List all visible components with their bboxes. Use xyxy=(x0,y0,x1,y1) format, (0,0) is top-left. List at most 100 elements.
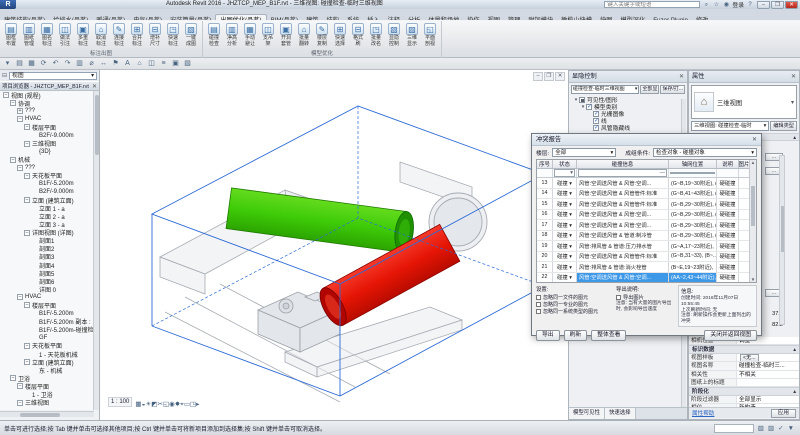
ribbon-button[interactable]: ▦图名 标注 xyxy=(38,22,56,50)
grid-location-cell[interactable]: (AA~2,43~44附近), (A... xyxy=(669,273,717,283)
measure-icon[interactable]: ⌀ xyxy=(87,59,96,69)
display-tree-item[interactable]: 风管隐藏线 xyxy=(569,124,687,131)
grid-filter-box[interactable] xyxy=(670,172,715,174)
save-icon[interactable]: ▦ xyxy=(27,59,36,69)
tree-expander[interactable]: − xyxy=(10,375,16,381)
tree-expander[interactable]: − xyxy=(24,343,30,349)
browser-tree-item[interactable]: −楼层平面 xyxy=(0,123,94,131)
clash-row[interactable]: 17碰撞 ▾风管:空调送风管 & 风管:空调...(G~B,29~30附近), … xyxy=(537,220,756,231)
dialog-button[interactable]: 导出 xyxy=(536,330,560,341)
tag-icon[interactable]: ⚑ xyxy=(111,59,120,69)
tree-expander[interactable]: − xyxy=(24,359,30,365)
tree-expander[interactable]: − xyxy=(24,141,30,147)
text-icon[interactable]: A xyxy=(123,59,132,69)
close-button[interactable]: ✕ xyxy=(785,1,798,9)
clash-info-cell[interactable]: 风管:空调送风管 & 风管管件:标准 xyxy=(577,199,669,209)
window-close-icon[interactable]: ✕ xyxy=(555,72,565,81)
tree-expander[interactable]: − xyxy=(17,116,23,122)
display-tree-item[interactable]: ▾模型类别 xyxy=(569,103,687,110)
browser-tree-item[interactable]: −三维视图 xyxy=(0,399,94,407)
clash-info-cell[interactable]: 风管:排风管 & 管道:消火栓管 xyxy=(577,262,669,272)
status-filter-combo[interactable]: ▾ xyxy=(554,169,575,177)
apply-button[interactable]: 应用 xyxy=(771,409,796,418)
search-icon[interactable]: ⌕ xyxy=(702,1,710,9)
clash-info-cell[interactable]: 风管:排风管 & 管道:压力排水管 xyxy=(577,241,669,251)
display-panel-tab[interactable]: 模型可见性 xyxy=(569,408,605,419)
browser-tree-item[interactable]: −协调 xyxy=(0,99,94,107)
grid-location-cell[interactable]: (G~A,17~23附近), xyxy=(669,241,717,251)
grid-location-cell[interactable]: (G~B,19~30附近), (G~... xyxy=(669,178,717,188)
note-cell[interactable]: 硬碰撞 xyxy=(717,252,739,262)
display-panel-tab[interactable]: 快速选择 xyxy=(605,408,636,419)
ribbon-button[interactable]: ▥图纸 管理 xyxy=(20,22,38,50)
filter-cell[interactable] xyxy=(669,169,717,177)
clash-row[interactable]: 19碰撞 ▾风管:排风管 & 管道:压力排水管(G~A,17~23附近),硬碰撞 xyxy=(537,241,756,252)
workset-box[interactable] xyxy=(714,424,754,433)
clash-info-cell[interactable]: 风管:空调送风管 & 风管:空调... xyxy=(577,210,669,220)
status-cell[interactable]: 碰撞 ▾ xyxy=(553,189,577,199)
ribbon-button[interactable]: ✎楼层 复制 xyxy=(313,22,331,50)
browser-tree-item[interactable]: B1F/-5.200m xyxy=(0,180,94,188)
ribbon-button[interactable]: ▣多重 标注 xyxy=(74,22,92,50)
grid-location-cell[interactable]: (G~B,29~30附近), (G~... xyxy=(669,231,717,241)
properties-group-header[interactable]: 阶段化▴ xyxy=(689,387,799,395)
clash-info-cell[interactable]: 风管:空调送风管 & 风管:空调... xyxy=(577,273,669,283)
properties-group-header[interactable]: 标识数据▴ xyxy=(689,345,799,353)
status-cell[interactable]: 碰撞 ▾ xyxy=(553,178,577,188)
ribbon-button[interactable]: ⌂批量 翻转 xyxy=(295,22,313,50)
property-value[interactable]: 不相关 xyxy=(737,371,799,378)
open-icon[interactable]: ▤ xyxy=(15,59,24,69)
browser-tree-item[interactable]: 详图 0 xyxy=(0,285,94,293)
column-header[interactable]: 轴网位置 xyxy=(669,160,717,168)
close-return-view-button[interactable]: 关闭并返回视图 xyxy=(704,330,757,341)
note-cell[interactable]: 硬碰撞 xyxy=(717,273,739,283)
user-interface-icon[interactable]: ▧ xyxy=(183,59,192,69)
filter-cell[interactable]: ▾ xyxy=(553,169,577,177)
ribbon-button[interactable]: ▤图框 布置 xyxy=(2,22,20,50)
undo-icon[interactable]: ↶ xyxy=(51,59,60,69)
browser-tree-item[interactable]: −视图 (规程) xyxy=(0,91,94,99)
ribbon-button[interactable]: ✎连接 标注 xyxy=(110,22,128,50)
status-cell[interactable]: 碰撞 ▾ xyxy=(553,199,577,209)
note-cell[interactable]: 硬碰撞 xyxy=(717,262,739,272)
clash-info-cell[interactable]: 风管:空调送风管 & 风管:空调... xyxy=(577,178,669,188)
floor-select[interactable]: 全部▾ xyxy=(552,148,616,157)
visibility-checkbox[interactable] xyxy=(593,125,599,131)
tree-expander[interactable]: − xyxy=(10,100,16,106)
window-minimize-icon[interactable]: – xyxy=(533,72,543,81)
info-filter-box[interactable]: — xyxy=(578,169,667,177)
show-all-button[interactable]: 全部显 xyxy=(640,85,659,94)
visibility-checkbox[interactable] xyxy=(586,104,592,110)
clash-row[interactable]: 18碰撞 ▾风管:空调送风管 & 管道:制冷管(G~B,29~30附近), (G… xyxy=(537,231,756,242)
visibility-checkbox[interactable] xyxy=(593,118,599,124)
ignore-checkbox[interactable]: 忽略同一系统类型的图元 xyxy=(536,308,612,315)
close-icon[interactable]: ✕ xyxy=(752,134,757,145)
minimize-button[interactable]: – xyxy=(757,1,770,9)
browser-tree-item[interactable]: −机械 xyxy=(0,156,94,164)
edit-type-button[interactable]: 编辑类型 xyxy=(770,121,797,131)
visibility-checkbox[interactable] xyxy=(593,111,599,117)
filter-cell[interactable] xyxy=(537,169,553,177)
grid-location-cell[interactable]: (G~B,41~43附近), (G~... xyxy=(669,189,717,199)
status-cell[interactable]: 碰撞 ▾ xyxy=(553,241,577,251)
save-open-button[interactable]: 保存/打... xyxy=(660,85,685,94)
status-cell[interactable]: 碰撞 ▾ xyxy=(553,220,577,230)
dialog-button[interactable]: 刷新 xyxy=(564,330,588,341)
status-cell[interactable]: 碰撞 ▾ xyxy=(553,231,577,241)
clash-row[interactable]: 15碰撞 ▾风管:空调送风管 & 风管管件:标准(G~B,29~30附近), (… xyxy=(537,199,756,210)
ribbon-button[interactable]: ▧显隐 控制 xyxy=(385,22,403,50)
app-options-icon[interactable]: ▾ xyxy=(3,59,12,69)
browser-hscrollbar[interactable] xyxy=(0,411,94,417)
browser-tree-item[interactable]: −天花板平面 xyxy=(0,172,94,180)
tree-expander[interactable]: + xyxy=(17,108,23,114)
more-icon[interactable]: ▸ xyxy=(196,401,199,408)
note-cell[interactable]: 硬碰撞 xyxy=(717,199,739,209)
worksets-icon[interactable]: ▧ xyxy=(758,424,764,432)
ribbon-button[interactable]: ◫做法 引注 xyxy=(56,22,74,50)
help-icon[interactable]: ? xyxy=(746,1,754,9)
thin-lines-icon[interactable]: ≡ xyxy=(159,59,168,69)
tree-expander[interactable]: − xyxy=(17,294,23,300)
properties-vscrollbar[interactable] xyxy=(779,155,785,325)
export-image-checkbox[interactable]: 导出图片 xyxy=(616,294,674,301)
close-icon[interactable]: ✕ xyxy=(92,82,97,90)
